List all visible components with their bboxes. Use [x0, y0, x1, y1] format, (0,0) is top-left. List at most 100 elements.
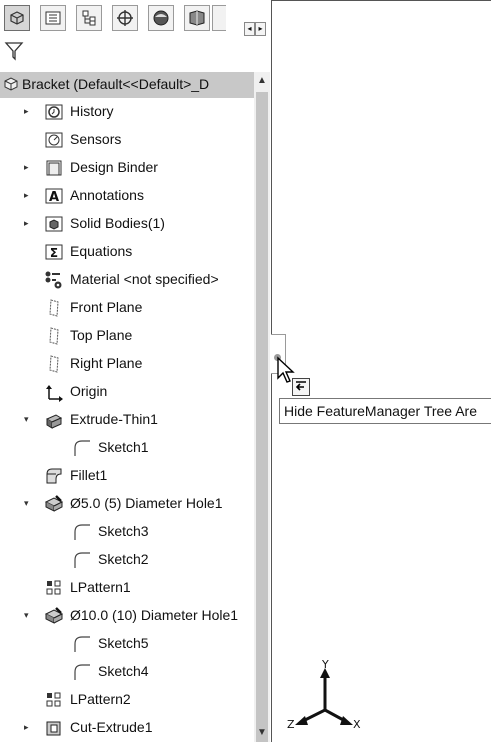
tree-item-label: Top Plane [70, 327, 133, 343]
tree-root-label: Bracket (Default<<Default>_D [22, 76, 210, 92]
tree-item-design-binder[interactable]: ▸ Design Binder [0, 156, 250, 180]
tree-item-fillet1[interactable]: Fillet1 [0, 464, 250, 488]
tree-item-label: Origin [70, 383, 108, 399]
tree-item-label: Ø10.0 (10) Diameter Hole1 [70, 607, 239, 623]
tree-item-annotations[interactable]: ▸ A Annotations [0, 184, 250, 208]
hide-featuremanager-button[interactable] [292, 378, 310, 396]
tabs-scroll-right[interactable]: ▸ [255, 22, 266, 36]
plane-icon [44, 326, 64, 346]
collapse-arrow-icon[interactable]: ▾ [24, 414, 34, 424]
expand-arrow-icon[interactable]: ▸ [24, 722, 34, 732]
scroll-up-button[interactable]: ▲ [254, 72, 270, 90]
display-manager-tab[interactable] [148, 5, 174, 31]
tree-item-sketch3[interactable]: Sketch3 [0, 520, 250, 544]
property-manager-icon [45, 11, 61, 25]
cam-manager-tab[interactable] [184, 5, 210, 31]
tree-item-label: Sketch1 [98, 439, 149, 455]
equations-icon: Σ [44, 242, 64, 262]
scroll-down-button[interactable]: ▼ [254, 724, 270, 742]
expand-arrow-icon[interactable]: ▸ [24, 106, 34, 116]
tree-item-sketch1[interactable]: Sketch1 [0, 436, 250, 460]
linear-pattern-icon [44, 690, 64, 710]
dimxpert-manager-icon [117, 10, 133, 26]
graphics-area-border [271, 0, 491, 1]
triad-x-label: X [353, 718, 361, 731]
triad-z-label: Z [287, 718, 295, 731]
tree-item-label: Right Plane [70, 355, 143, 371]
display-manager-icon [153, 10, 169, 26]
configuration-manager-tab[interactable] [76, 5, 102, 31]
cut-extrude-icon [44, 718, 64, 738]
filter-row [0, 38, 271, 68]
origin-icon [44, 382, 64, 402]
tabs-scroll-left[interactable]: ◂ [244, 22, 255, 36]
tree-item-extrude-thin1[interactable]: ▾ Extrude-Thin1 [0, 408, 250, 432]
triad-y-label: Y [321, 660, 329, 671]
manager-tabs-toolbar: ◂ ▸ [0, 0, 271, 36]
expand-arrow-icon[interactable]: ▸ [24, 218, 34, 228]
feature-manager-tab[interactable] [4, 5, 30, 31]
tree-item-label: Sketch2 [98, 551, 149, 567]
tree-item-label: Design Binder [70, 159, 158, 175]
tree-item-material[interactable]: Material <not specified> [0, 268, 250, 292]
plane-icon [44, 354, 64, 374]
tooltip: Hide FeatureManager Tree Are [279, 398, 491, 424]
tree-item-top-plane[interactable]: Top Plane [0, 324, 250, 348]
tree-item-label: LPattern1 [70, 579, 131, 595]
linear-pattern-icon [44, 578, 64, 598]
tree-item-label: Extrude-Thin1 [70, 411, 158, 427]
dimxpert-manager-tab[interactable] [112, 5, 138, 31]
tree-item-cut-extrude1[interactable]: ▸ Cut-Extrude1 [0, 716, 250, 740]
tree-item-equations[interactable]: Σ Equations [0, 240, 250, 264]
tree-item-sketch4[interactable]: Sketch4 [0, 660, 250, 684]
svg-text:A: A [49, 190, 59, 205]
tree-item-sketch2[interactable]: Sketch2 [0, 548, 250, 572]
expand-arrow-icon[interactable]: ▸ [24, 162, 34, 172]
tree-item-sketch5[interactable]: Sketch5 [0, 632, 250, 656]
tree-item-label: Cut-Extrude1 [70, 719, 153, 735]
tree-root-bracket[interactable]: Bracket (Default<<Default>_D [0, 72, 256, 98]
cam-manager-icon [189, 10, 205, 26]
tree-item-lpattern1[interactable]: LPattern1 [0, 576, 250, 600]
tree-item-sensors[interactable]: Sensors [0, 128, 250, 152]
more-tabs-partial[interactable] [212, 5, 226, 31]
tree-item-diameter-hole-10[interactable]: ▾ Ø10.0 (10) Diameter Hole1 [0, 604, 250, 628]
tree-item-lpattern2[interactable]: LPattern2 [0, 688, 250, 712]
tree-item-label: Sketch5 [98, 635, 149, 651]
solid-bodies-icon [44, 214, 64, 234]
expand-arrow-icon[interactable]: ▸ [24, 190, 34, 200]
tree-item-right-plane[interactable]: Right Plane [0, 352, 250, 376]
configuration-manager-icon [82, 10, 96, 26]
property-manager-tab[interactable] [40, 5, 66, 31]
tree-item-label: Sketch4 [98, 663, 149, 679]
tree-item-label: Sketch3 [98, 523, 149, 539]
tree-item-diameter-hole1[interactable]: ▾ Ø5.0 (5) Diameter Hole1 [0, 492, 250, 516]
sketch-icon [72, 522, 92, 542]
sketch-icon [72, 438, 92, 458]
featuremanager-pane: ◂ ▸ Bracket (Default<<Default>_D ▲ ▼ ▸ H… [0, 0, 271, 742]
extrude-thin-icon [44, 410, 64, 430]
scroll-thumb[interactable] [256, 92, 268, 742]
tree-scrollbar[interactable]: ▲ ▼ [254, 72, 270, 742]
sketch-icon [72, 662, 92, 682]
sketch-icon [72, 634, 92, 654]
collapse-arrow-icon[interactable]: ▾ [24, 610, 34, 620]
tree-item-origin[interactable]: Origin [0, 380, 250, 404]
tree-item-label: LPattern2 [70, 691, 131, 707]
svg-text:Σ: Σ [50, 246, 58, 260]
tree-item-history[interactable]: ▸ History [0, 100, 250, 124]
material-icon [44, 270, 64, 290]
collapse-pane-icon [295, 381, 306, 391]
sensors-icon [44, 130, 64, 150]
tree-item-solid-bodies[interactable]: ▸ Solid Bodies(1) [0, 212, 250, 236]
annotations-icon: A [44, 186, 64, 206]
tree-item-label: Front Plane [70, 299, 143, 315]
tree-item-front-plane[interactable]: Front Plane [0, 296, 250, 320]
tree-item-label: Equations [70, 243, 133, 259]
collapse-arrow-icon[interactable]: ▾ [24, 498, 34, 508]
sketch-icon [72, 550, 92, 570]
history-icon [44, 102, 64, 122]
tree-item-label: Fillet1 [70, 467, 108, 483]
filter-icon [4, 42, 24, 61]
filter-button[interactable] [4, 40, 26, 64]
